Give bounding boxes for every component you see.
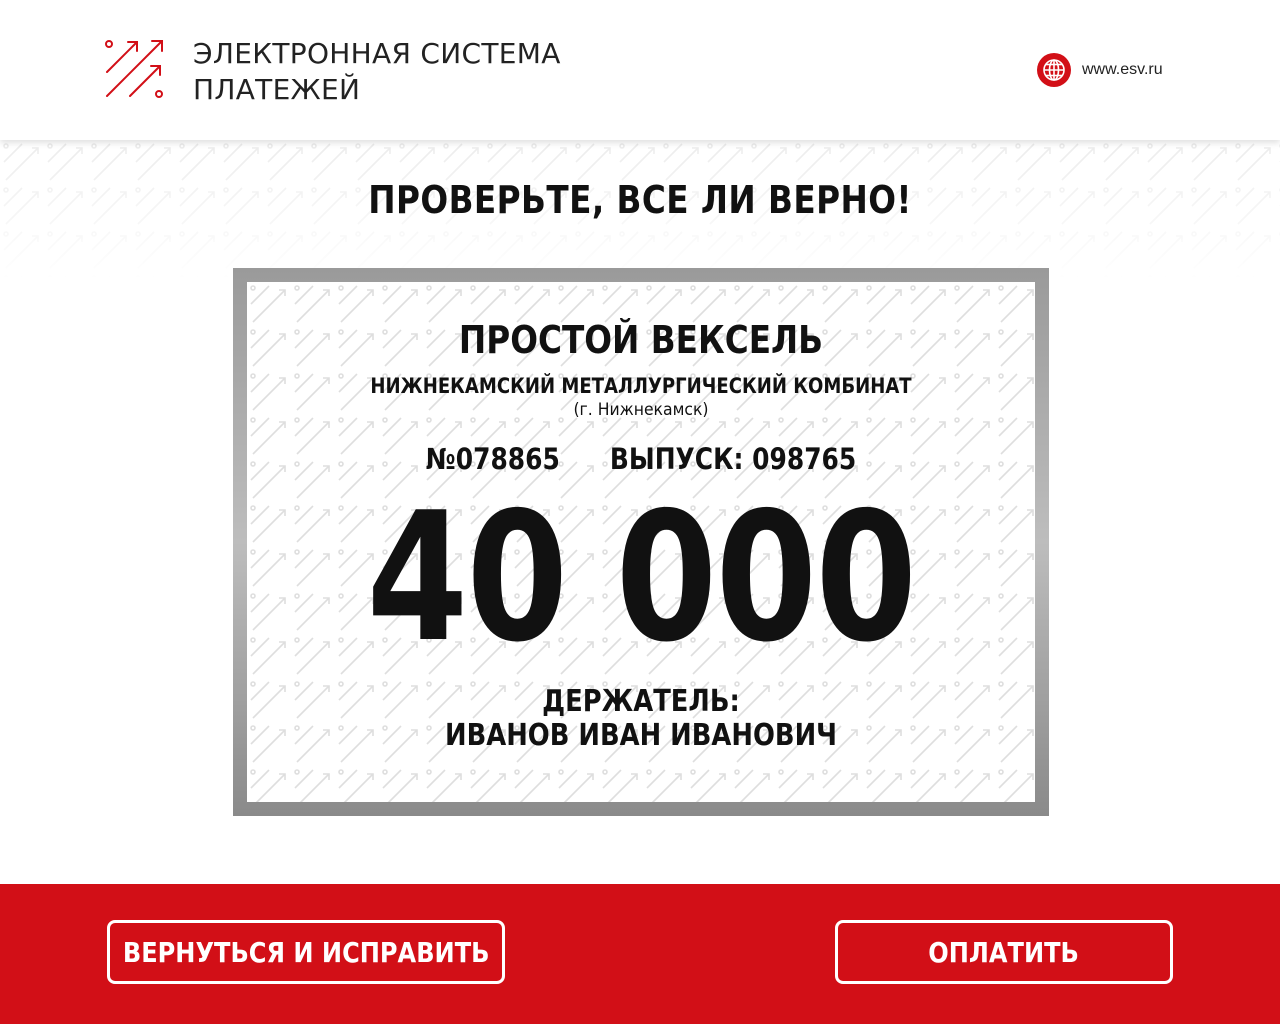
pay-button[interactable]: ОПЛАТИТЬ: [835, 920, 1173, 984]
brand-name: ЭЛЕКТРОННАЯ СИСТЕМА ПЛАТЕЖЕЙ: [193, 36, 561, 108]
site-link[interactable]: www.esv.ru: [1036, 52, 1163, 88]
back-and-edit-button[interactable]: ВЕРНУТЬСЯ И ИСПРАВИТЬ: [107, 920, 505, 984]
bill-numbers: №078865 ВЫПУСК: 098765: [302, 442, 980, 476]
bill-amount: 40 000: [366, 474, 917, 681]
bill-card: ПРОСТОЙ ВЕКСЕЛЬ НИЖНЕКАМСКИЙ МЕТАЛЛУРГИЧ…: [233, 268, 1049, 816]
footer-bar: ВЕРНУТЬСЯ И ИСПРАВИТЬ ОПЛАТИТЬ: [0, 884, 1280, 1024]
bill-city: (г. Нижнекамск): [573, 400, 709, 420]
bill-issuer: НИЖНЕКАМСКИЙ МЕТАЛЛУРГИЧЕСКИЙ КОМБИНАТ: [370, 374, 912, 398]
bill-issue: ВЫПУСК: 098765: [609, 442, 857, 476]
arrows-logo-icon: [105, 40, 163, 98]
brand-line-1: ЭЛЕКТРОННАЯ СИСТЕМА: [193, 37, 561, 70]
header: ЭЛЕКТРОННАЯ СИСТЕМА ПЛАТЕЖЕЙ www.esv.ru: [0, 0, 1280, 140]
page-title: ПРОВЕРЬТЕ, ВСЕ ЛИ ВЕРНО!: [368, 178, 912, 222]
back-and-edit-label: ВЕРНУТЬСЯ И ИСПРАВИТЬ: [122, 935, 490, 969]
bill-card-inner: ПРОСТОЙ ВЕКСЕЛЬ НИЖНЕКАМСКИЙ МЕТАЛЛУРГИЧ…: [247, 282, 1035, 802]
globe-icon: [1037, 53, 1071, 87]
pay-label: ОПЛАТИТЬ: [928, 935, 1080, 969]
site-url[interactable]: www.esv.ru: [1082, 61, 1163, 79]
bill-title: ПРОСТОЙ ВЕКСЕЛЬ: [458, 318, 824, 362]
bill-number: №078865: [425, 442, 560, 476]
holder-name: ИВАНОВ ИВАН ИВАНОВИЧ: [444, 718, 838, 753]
brand-line-2: ПЛАТЕЖЕЙ: [193, 73, 361, 106]
holder-label: ДЕРЖАТЕЛЬ:: [542, 684, 740, 719]
